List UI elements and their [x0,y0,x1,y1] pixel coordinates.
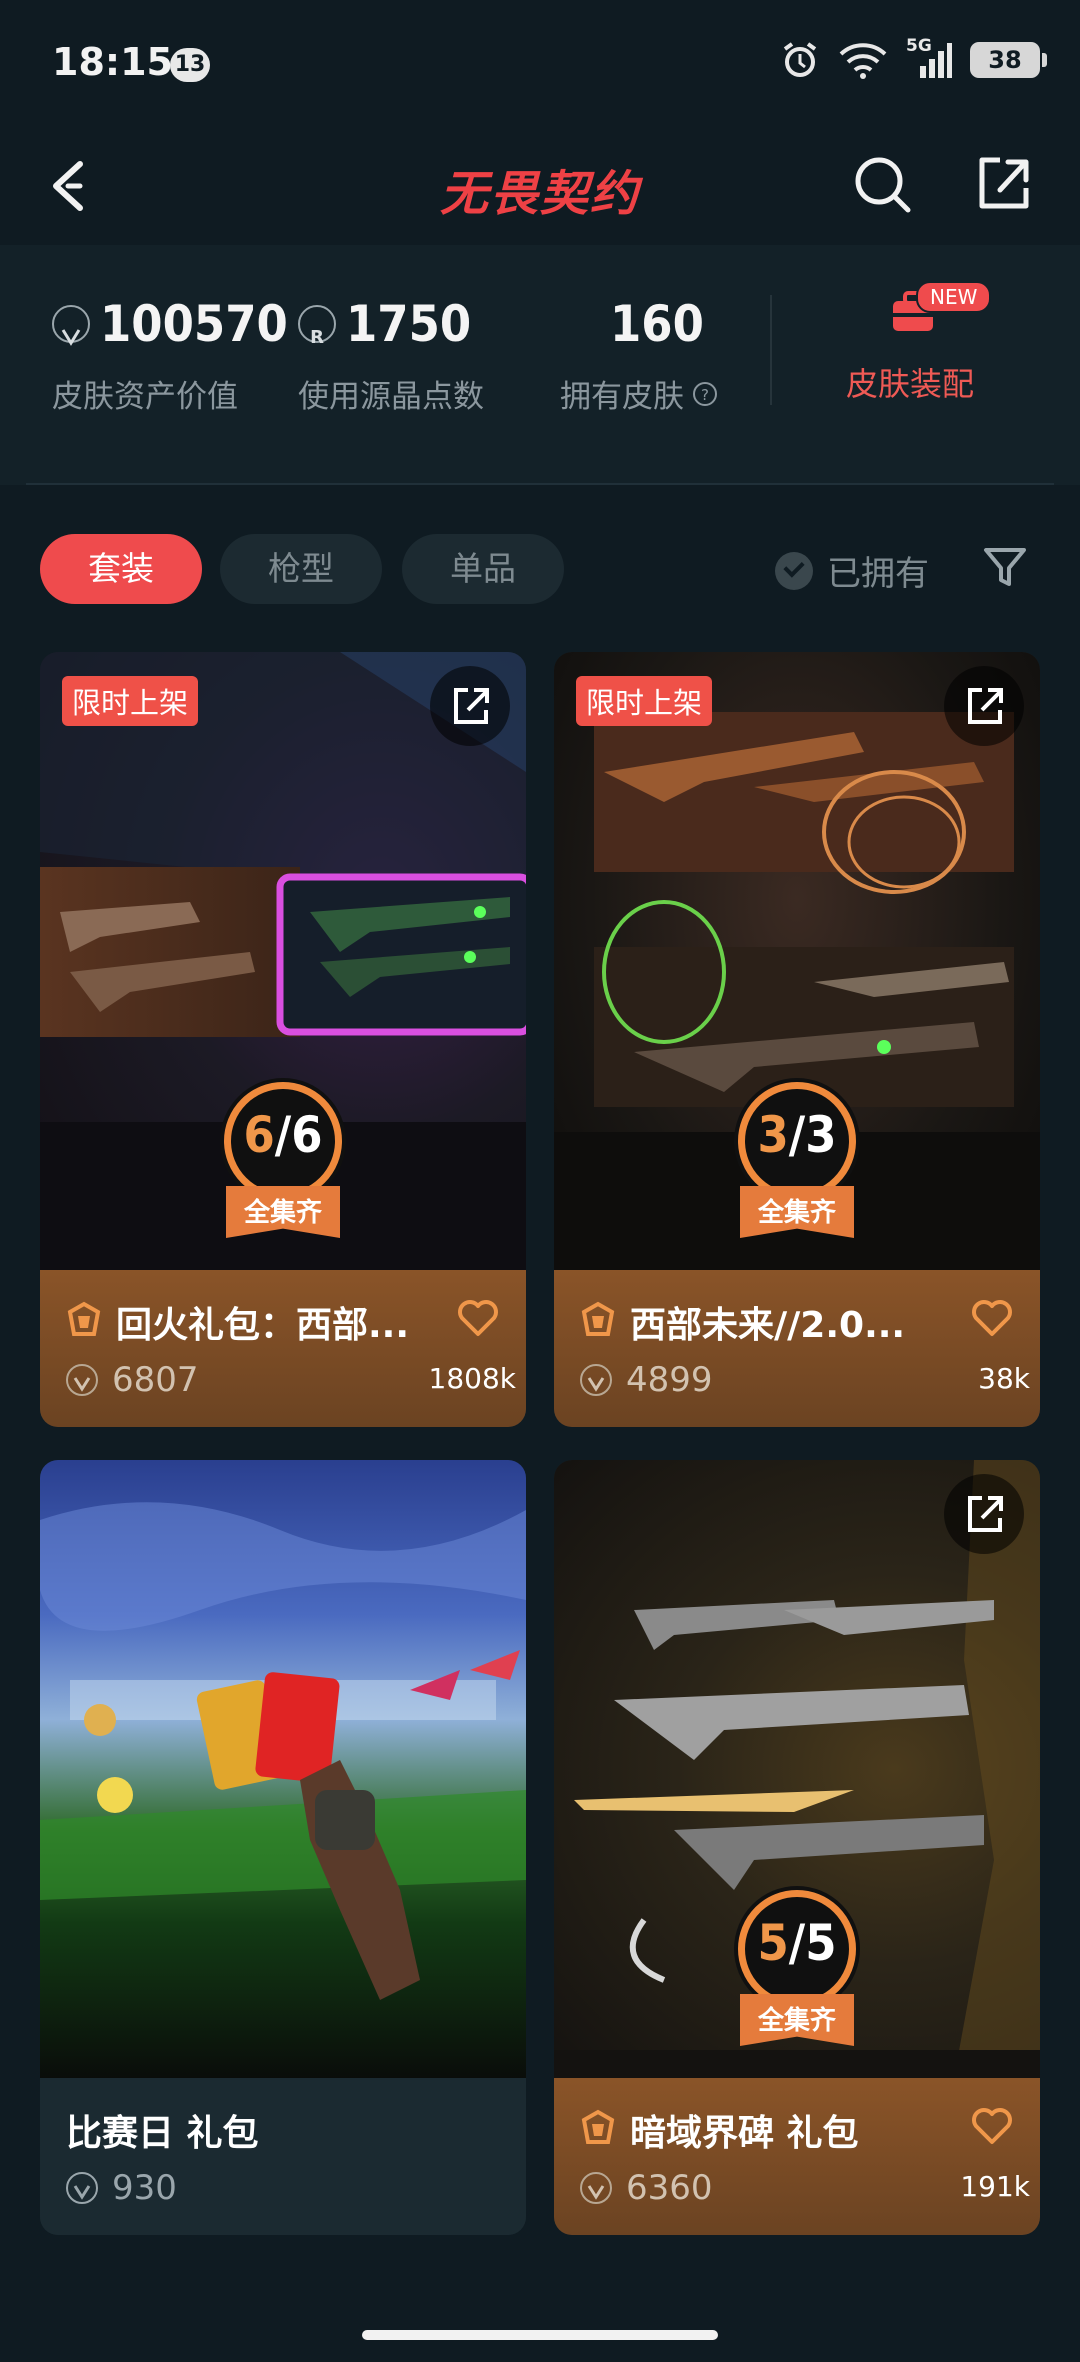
svg-text:?: ? [701,386,709,404]
card-share-button[interactable] [944,666,1024,746]
owned-skins-stat: 160 拥有皮肤? [560,295,718,416]
bundle-card[interactable]: 限时上架 3/3 全集齐 西部未来//2.0... 4899 38k [554,652,1040,1427]
bundle-card[interactable]: 5/5 全集齐 暗域界碑 礼包 6360 191k [554,1460,1040,2235]
bundle-info: 暗域界碑 礼包 6360 191k [554,2078,1040,2235]
radianite-label: 使用源晶点数 [298,379,484,415]
total-count: 6 [291,1106,323,1164]
radianite-icon: R [298,305,336,348]
bundle-card[interactable]: 比赛日 礼包 930 [40,1460,526,2235]
collection-badge: 3/3 全集齐 [734,1082,860,1282]
share-icon [968,688,1003,724]
bundle-info: 西部未来//2.0... 4899 38k [554,1270,1040,1427]
collection-badge: 5/5 全集齐 [734,1890,860,2090]
owned-skins-label: 拥有皮肤 [560,379,684,415]
wifi-icon [839,43,887,79]
tab-single-item[interactable]: 单品 [402,534,564,604]
status-time: 18:15 [52,40,173,84]
bundle-price: 930 [112,2168,177,2208]
radianite-stat: R 1750 使用源晶点数 [298,295,484,416]
owned-skins-value: 160 [610,295,704,353]
owned-toggle[interactable]: 已拥有 [775,546,929,595]
filter-bar: 套装 枪型 单品 已拥有 [0,530,1080,610]
like-count: 1808k [428,1362,516,1395]
share-icon [454,688,489,724]
cell-signal-icon: 5G [906,36,952,80]
share-icon [968,1496,1003,1532]
bundle-image [40,1502,526,2000]
bundle-title: 西部未来//2.0... [630,1305,906,1346]
card-share-button[interactable] [944,1474,1024,1554]
owned-toggle-label: 已拥有 [827,554,929,594]
page-title: 无畏契约 [439,166,640,222]
tier-icon [67,1301,101,1336]
help-icon[interactable]: ? [692,381,718,407]
new-badge: NEW [916,281,992,313]
asset-value-label: 皮肤资产价值 [52,379,238,415]
bundle-price: 6360 [626,2168,713,2208]
filter-icon[interactable] [980,542,1030,592]
asset-value-stat: 100570 皮肤资产价值 [52,295,288,416]
like-count: 38k [978,1362,1030,1395]
total-count: 3 [805,1106,837,1164]
divider [26,483,1054,485]
checkbox-icon [775,551,813,590]
like-count: 191k [960,2170,1030,2203]
valorant-points-icon [66,2172,98,2204]
bundle-price: 4899 [626,1360,713,1400]
tab-bundle[interactable]: 套装 [40,534,202,604]
valorant-points-icon [66,1364,98,1396]
skin-equip-label: 皮肤装配 [845,365,974,403]
complete-label: 全集齐 [757,1198,836,1228]
owned-count: 6 [243,1106,275,1164]
home-indicator[interactable] [362,2330,718,2340]
battery-indicator: 38 [970,42,1047,78]
limited-time-tag: 限时上架 [576,676,713,726]
valorant-points-icon [580,1364,612,1396]
stats-panel: 100570 皮肤资产价值 R 1750 使用源晶点数 160 拥有皮肤? NEW… [0,245,1080,485]
share-icon[interactable] [970,150,1036,216]
notification-count-badge: 13 [170,48,210,82]
valorant-points-icon [52,305,90,346]
status-icons: 5G 38 [780,36,1047,80]
bundle-info: 比赛日 礼包 930 [40,2078,526,2235]
valorant-points-icon [580,2172,612,2204]
heart-icon[interactable] [456,1298,500,1338]
total-count: 5 [805,1914,837,1972]
bundle-card[interactable]: 限时上架 6/6 全集齐 回火礼包：西部... 6807 1808k [40,652,526,1427]
bundle-artwork [40,1460,526,2078]
alarm-icon [783,42,817,77]
owned-count: 5 [757,1914,789,1972]
bundle-price: 6807 [112,1360,199,1400]
stats-divider [770,295,772,405]
heart-icon[interactable] [970,1298,1014,1338]
skin-equip-button[interactable]: NEW 皮肤装配 [846,281,992,405]
radianite-value: 1750 [346,295,472,353]
limited-time-tag: 限时上架 [62,676,199,726]
owned-count: 3 [757,1106,789,1164]
complete-label: 全集齐 [243,1198,322,1228]
bundle-info: 回火礼包：西部... 6807 1808k [40,1270,526,1427]
bundle-title: 暗域界碑 礼包 [630,2113,859,2154]
card-share-button[interactable] [430,666,510,746]
asset-value: 100570 [100,295,288,353]
status-bar: 18:15 13 5G 38 [0,0,1080,130]
tier-icon [581,1301,615,1336]
complete-label: 全集齐 [757,2006,836,2036]
collection-badge: 6/6 全集齐 [220,1082,346,1282]
svg-text:R: R [310,327,324,348]
bundle-title: 回火礼包：西部... [116,1305,410,1346]
tab-weapon-type[interactable]: 枪型 [220,534,382,604]
heart-icon[interactable] [970,2106,1014,2146]
bundle-title: 比赛日 礼包 [66,2113,259,2154]
search-icon[interactable] [850,152,916,218]
tier-icon [581,2109,615,2144]
app-header: 无畏契约 [0,130,1080,240]
